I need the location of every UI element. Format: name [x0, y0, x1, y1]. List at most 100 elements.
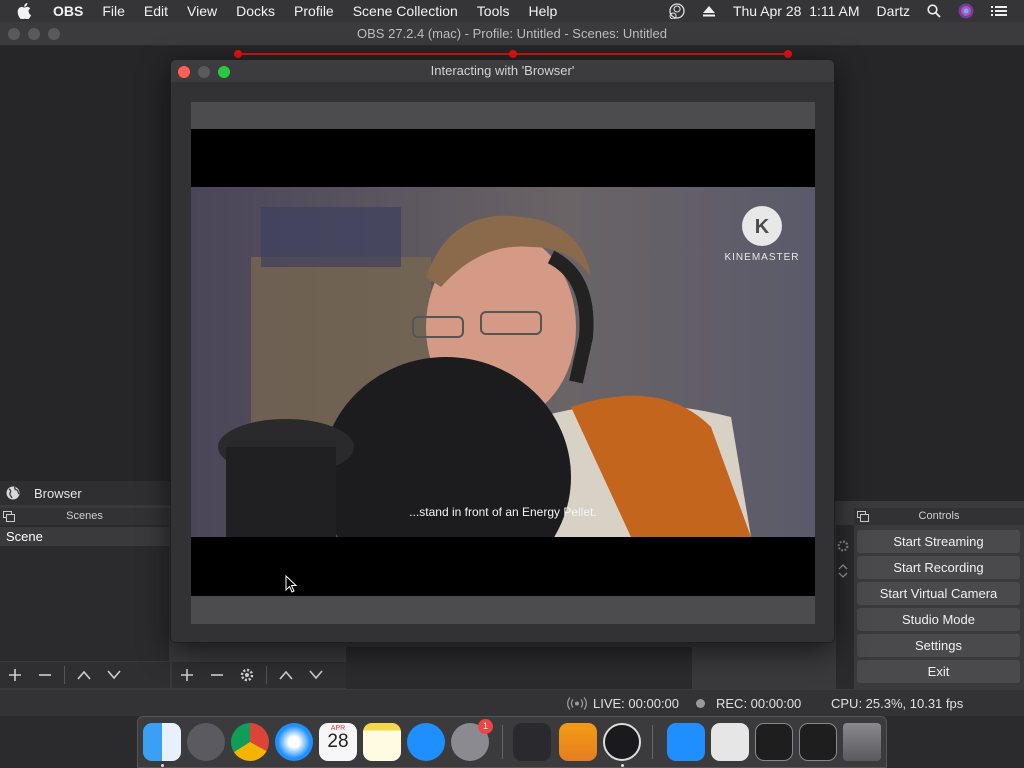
move-scene-down-button[interactable]	[99, 662, 129, 688]
menubar-user[interactable]: Dartz	[877, 3, 910, 19]
dock-divider	[652, 725, 653, 759]
source-toolbar: Browser	[0, 481, 172, 505]
chrome-icon[interactable]	[231, 723, 269, 761]
menu-tools[interactable]: Tools	[477, 3, 510, 19]
macos-dock: APR 28 1	[137, 716, 887, 768]
browser-source-view[interactable]: K KINEMASTER ...stand in front of an Ene…	[191, 102, 815, 624]
menu-file[interactable]: File	[102, 3, 125, 19]
notification-badge: 1	[478, 719, 493, 734]
controls-header: Controls	[918, 510, 960, 522]
dock-divider	[502, 725, 503, 759]
move-scene-up-button[interactable]	[69, 662, 99, 688]
start-virtual-camera-button[interactable]: Start Virtual Camera	[857, 582, 1020, 605]
obs-app-icon[interactable]	[603, 723, 641, 761]
launchpad-icon[interactable]	[187, 723, 225, 761]
calendar-icon[interactable]: APR 28	[319, 723, 357, 761]
studio-mode-button[interactable]: Studio Mode	[857, 608, 1020, 631]
menu-edit[interactable]: Edit	[144, 3, 168, 19]
rec-timer: REC: 00:00:00	[716, 696, 802, 711]
resize-handle[interactable]	[509, 50, 517, 58]
toolbar-divider	[64, 666, 65, 684]
move-source-down-button[interactable]	[301, 662, 331, 688]
finder-icon[interactable]	[143, 723, 181, 761]
menu-view[interactable]: View	[187, 3, 217, 19]
resize-handle[interactable]	[234, 50, 242, 58]
scenes-header: Scenes	[66, 510, 103, 522]
toolbar-divider	[266, 666, 267, 684]
menubar-clock[interactable]: Thu Apr 28 1:11 AM	[733, 3, 860, 19]
controls-dock: Start Streaming Start Recording Start Vi…	[854, 525, 1024, 689]
menu-scene-collection[interactable]: Scene Collection	[353, 3, 458, 19]
menu-docks[interactable]: Docks	[236, 3, 275, 19]
add-source-button[interactable]	[172, 662, 202, 688]
obs-status-icon[interactable]	[669, 3, 685, 19]
control-center-icon[interactable]	[991, 5, 1007, 17]
move-source-up-button[interactable]	[271, 662, 301, 688]
audio-mixer-dock	[346, 647, 692, 689]
activity-monitor-icon[interactable]	[513, 723, 551, 761]
source-name: Browser	[34, 485, 82, 501]
add-scene-button[interactable]	[0, 662, 30, 688]
exit-button[interactable]: Exit	[857, 660, 1020, 683]
kinemaster-text: KINEMASTER	[724, 252, 800, 263]
scenes-toolbar	[0, 662, 170, 688]
menu-obs[interactable]: OBS	[53, 3, 83, 19]
remove-scene-button[interactable]	[30, 662, 60, 688]
duration-stepper-icon[interactable]	[837, 562, 849, 580]
app-store-icon[interactable]	[407, 723, 445, 761]
home-icon[interactable]	[559, 723, 597, 761]
resize-handle[interactable]	[784, 50, 792, 58]
status-bar: LIVE: 00:00:00 REC: 00:00:00 CPU: 25.3%,…	[0, 690, 1024, 716]
settings-button[interactable]: Settings	[857, 634, 1020, 657]
sources-toolbar	[172, 662, 346, 688]
interact-titlebar: Interacting with 'Browser'	[171, 60, 834, 82]
dock-float-icon[interactable]	[3, 511, 15, 522]
transitions-dock	[836, 525, 854, 689]
video-frame: K KINEMASTER ...stand in front of an Ene…	[191, 187, 815, 537]
source-properties-gear-icon[interactable]	[232, 662, 262, 688]
apple-icon[interactable]	[17, 3, 39, 19]
scenes-list: Scene	[0, 525, 169, 661]
minimize-button[interactable]	[198, 66, 210, 78]
start-streaming-button[interactable]: Start Streaming	[857, 530, 1020, 553]
downloads-folder-icon[interactable]	[667, 723, 705, 761]
scenes-dock-header: Scenes	[0, 508, 169, 525]
running-indicator	[161, 764, 164, 767]
transition-gear-icon[interactable]	[836, 539, 850, 553]
minimize-button[interactable]	[28, 28, 40, 40]
kinemaster-logo-icon: K	[742, 206, 782, 246]
interact-window: Interacting with 'Browser' K KINEMASTER …	[170, 59, 835, 643]
menu-help[interactable]: Help	[528, 3, 557, 19]
scene-list-item[interactable]: Scene	[0, 527, 169, 546]
notes-icon[interactable]	[363, 723, 401, 761]
close-button[interactable]	[178, 66, 190, 78]
kinemaster-watermark: K KINEMASTER	[722, 205, 802, 263]
start-recording-button[interactable]: Start Recording	[857, 556, 1020, 579]
controls-dock-header: Controls	[854, 508, 1024, 525]
siri-icon[interactable]	[958, 3, 974, 19]
obs-window-title: OBS 27.2.4 (mac) - Profile: Untitled - S…	[357, 26, 667, 41]
calendar-day: 28	[327, 731, 349, 752]
svg-text:K: K	[755, 216, 770, 238]
zoom-button[interactable]	[218, 66, 230, 78]
terminal-window-icon[interactable]	[799, 723, 837, 761]
cpu-fps-readout: CPU: 25.3%, 10.31 fps	[831, 696, 964, 711]
running-indicator	[621, 764, 624, 767]
remove-source-button[interactable]	[202, 662, 232, 688]
close-button[interactable]	[8, 28, 20, 40]
broadcast-icon	[567, 697, 587, 710]
video-subtitle: ...stand in front of an Energy Pellet.	[409, 505, 597, 519]
obs-titlebar: OBS 27.2.4 (mac) - Profile: Untitled - S…	[0, 22, 1024, 46]
eject-icon[interactable]	[702, 5, 716, 17]
video-player[interactable]: K KINEMASTER ...stand in front of an Ene…	[191, 129, 815, 596]
spotlight-search-icon[interactable]	[927, 4, 941, 18]
zoom-button[interactable]	[48, 28, 60, 40]
document-icon[interactable]	[711, 723, 749, 761]
safari-icon[interactable]	[275, 723, 313, 761]
menu-profile[interactable]: Profile	[294, 3, 334, 19]
dock-float-icon[interactable]	[857, 511, 869, 522]
mouse-cursor-icon	[285, 575, 297, 593]
interact-window-title: Interacting with 'Browser'	[430, 63, 575, 78]
trash-icon[interactable]	[843, 723, 881, 761]
terminal-window-icon[interactable]	[755, 723, 793, 761]
